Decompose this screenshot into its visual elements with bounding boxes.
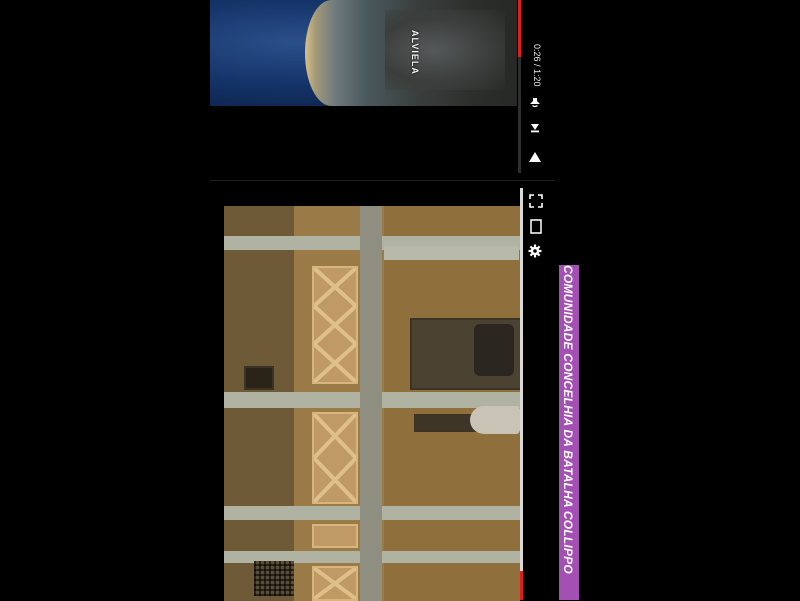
lattice-railing xyxy=(312,566,358,601)
video-player-2[interactable] xyxy=(210,180,555,601)
next-icon[interactable] xyxy=(529,121,541,133)
time-separator: / xyxy=(532,61,542,70)
lattice-railing xyxy=(312,412,358,504)
person-in-white xyxy=(470,406,520,434)
column xyxy=(360,206,382,601)
settings-gear-icon[interactable] xyxy=(528,244,542,258)
play-icon[interactable] xyxy=(528,150,542,164)
lattice-railing xyxy=(312,266,358,384)
video-2-progress-fill xyxy=(520,571,523,600)
window-grille xyxy=(254,561,294,596)
caption-banner: COMUNIDADE CONCELHIA DA BATALHA COLLIPPO xyxy=(559,265,579,600)
theater-mode-icon[interactable] xyxy=(530,219,542,234)
map-place-label: ALVIELA xyxy=(410,30,420,75)
time-current: 0:26 xyxy=(532,44,542,62)
time-total: 1:20 xyxy=(532,69,542,87)
volume-icon[interactable] xyxy=(528,96,542,110)
terrain xyxy=(385,10,505,90)
video-frame-building xyxy=(224,206,520,601)
video-player-1[interactable]: ALVIELA xyxy=(210,0,548,106)
fullscreen-icon[interactable] xyxy=(529,194,543,208)
lattice-railing xyxy=(312,524,358,548)
caption-text: COMUNIDADE CONCELHIA DA BATALHA COLLIPPO xyxy=(561,265,575,574)
person-silhouette xyxy=(474,324,514,376)
video-2-progress-track[interactable] xyxy=(520,188,523,600)
video-1-time-display: 0:26 / 1:20 xyxy=(532,44,542,87)
video-1-progress-fill xyxy=(518,0,521,58)
ledge xyxy=(384,246,519,260)
window xyxy=(244,366,274,390)
